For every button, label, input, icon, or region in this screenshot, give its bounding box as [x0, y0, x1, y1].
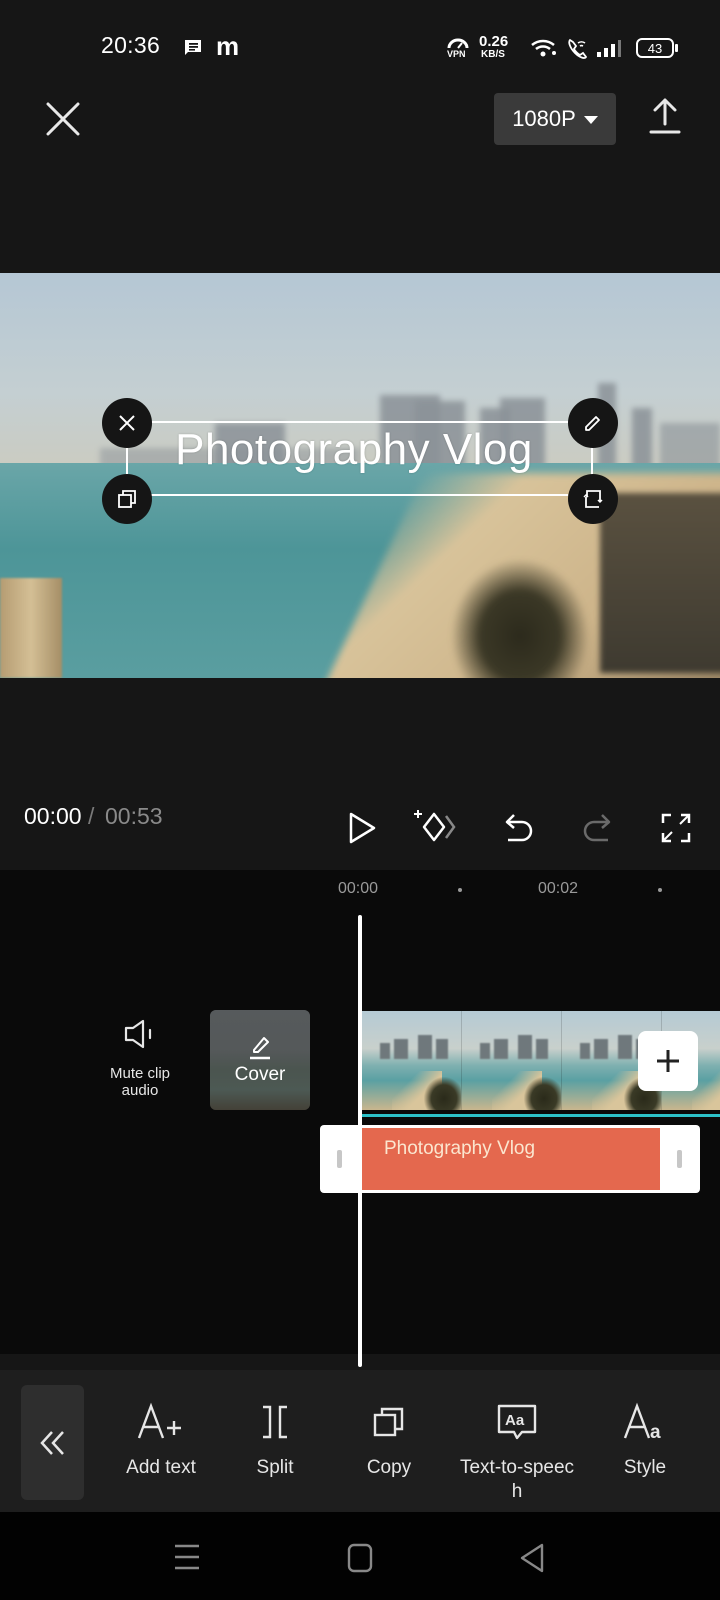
text-clip-label: Photography Vlog — [384, 1138, 536, 1159]
battery-icon: 43 — [636, 38, 674, 58]
close-icon — [46, 102, 80, 136]
recents-menu-icon — [175, 1544, 199, 1570]
plus-icon — [657, 1050, 679, 1072]
close-button[interactable] — [44, 100, 82, 138]
time-separator: / — [88, 803, 95, 829]
tool-label-line1: Text-to-speec — [459, 1457, 575, 1478]
back-button[interactable] — [518, 1542, 546, 1574]
tool-label: Add text — [126, 1457, 196, 1478]
playhead[interactable] — [358, 915, 362, 1367]
signal-icon — [596, 40, 622, 63]
fullscreen-icon — [661, 813, 691, 843]
home-button[interactable] — [346, 1542, 374, 1574]
recents-button[interactable] — [172, 1540, 202, 1574]
cover-button[interactable]: Cover — [210, 1010, 310, 1110]
undo-icon — [505, 814, 533, 842]
edit-pencil-icon — [585, 416, 600, 431]
tool-style[interactable]: a Style — [580, 1398, 710, 1480]
text-to-speech-icon: Aa — [497, 1404, 537, 1440]
home-icon — [347, 1543, 373, 1573]
clip-frame — [362, 1011, 462, 1110]
svg-text:Aa: Aa — [505, 1412, 525, 1429]
rotate-scale-icon — [583, 490, 603, 508]
tool-label: Style — [623, 1457, 667, 1478]
tool-label: Split — [256, 1457, 294, 1478]
resolution-value: 1080P — [512, 106, 576, 131]
caret-down-icon — [583, 116, 598, 124]
ruler-tick-label: 00:02 — [538, 880, 579, 897]
selection-border-top — [150, 421, 568, 423]
double-chevron-left-icon — [39, 1430, 64, 1455]
wifi-icon — [530, 38, 558, 63]
delete-icon — [119, 415, 135, 431]
current-time: 00:00 — [24, 803, 82, 829]
tool-copy[interactable]: Copy — [324, 1398, 454, 1480]
status-time: 20:36 — [101, 32, 161, 58]
play-icon — [349, 812, 376, 844]
clip-frame — [462, 1011, 562, 1110]
keyframe-icon — [414, 810, 456, 842]
battery-level: 43 — [647, 40, 663, 56]
play-button[interactable] — [344, 808, 380, 848]
style-icon: a — [623, 1402, 661, 1442]
preview-rock — [0, 578, 62, 678]
ruler-tick-label: 00:00 — [338, 880, 379, 897]
total-time: 00:53 — [105, 803, 163, 829]
export-button[interactable] — [648, 96, 682, 136]
duplicate-icon — [118, 490, 136, 508]
copy-icon — [373, 1407, 404, 1437]
selection-border-right — [591, 446, 593, 476]
ruler-dot — [658, 888, 662, 892]
clip-track-underline — [362, 1114, 720, 1117]
tool-text-to-speech[interactable]: Aa Text-to-speec h — [452, 1398, 582, 1504]
m-app-icon: m — [216, 31, 240, 61]
preview-palm — [450, 558, 590, 678]
split-icon — [263, 1405, 287, 1439]
preview-cliff — [600, 493, 720, 673]
video-preview[interactable] — [0, 273, 720, 678]
keyframe-button[interactable] — [414, 806, 462, 848]
add-clip-button[interactable] — [638, 1031, 698, 1091]
redo-icon — [583, 814, 611, 842]
tool-label: Text-to-speec h — [460, 1456, 574, 1504]
trim-handle-left[interactable] — [337, 1150, 342, 1168]
toolbar-back-button[interactable] — [21, 1385, 84, 1500]
wifi-calling-icon — [566, 37, 588, 64]
mute-clip-audio-label: Mute clip audio — [96, 1065, 184, 1099]
speaker-icon — [124, 1019, 152, 1049]
net-speed-unit: KB/S — [481, 49, 505, 60]
text-overlay[interactable]: Photography Vlog — [124, 425, 584, 475]
net-speed-value: 0.26 — [479, 33, 509, 50]
tool-split[interactable]: Split — [210, 1398, 340, 1480]
svg-text:a: a — [650, 1422, 661, 1442]
status-bar: 20:36 m VPN 0.26 KB/S 43 — [0, 0, 720, 80]
delete-text-button[interactable] — [102, 398, 152, 448]
edit-text-button[interactable] — [568, 398, 618, 448]
export-upload-icon — [649, 98, 681, 134]
tool-label-line2: h — [511, 1481, 523, 1502]
add-text-icon — [137, 1402, 181, 1439]
cover-edit-icon — [250, 1037, 270, 1060]
trim-handle-right[interactable] — [677, 1150, 682, 1168]
battery-tip — [675, 44, 678, 52]
fullscreen-button[interactable] — [660, 812, 692, 844]
rotate-scale-handle[interactable] — [568, 474, 618, 524]
mute-label-line2: audio — [121, 1082, 159, 1099]
cover-label: Cover — [234, 1064, 286, 1085]
vpn-label: VPN — [447, 49, 466, 59]
selection-border-bottom — [150, 494, 568, 496]
duplicate-text-button[interactable] — [102, 474, 152, 524]
undo-button[interactable] — [502, 808, 536, 848]
ruler-dot — [458, 888, 462, 892]
tool-label: Copy — [366, 1457, 412, 1478]
mute-label-line1: Mute clip — [109, 1065, 171, 1082]
message-icon — [183, 38, 203, 61]
back-icon — [520, 1543, 544, 1573]
redo-button[interactable] — [580, 808, 614, 848]
tool-add-text[interactable]: Add text — [96, 1398, 226, 1480]
resolution-dropdown[interactable]: 1080P — [494, 93, 616, 145]
